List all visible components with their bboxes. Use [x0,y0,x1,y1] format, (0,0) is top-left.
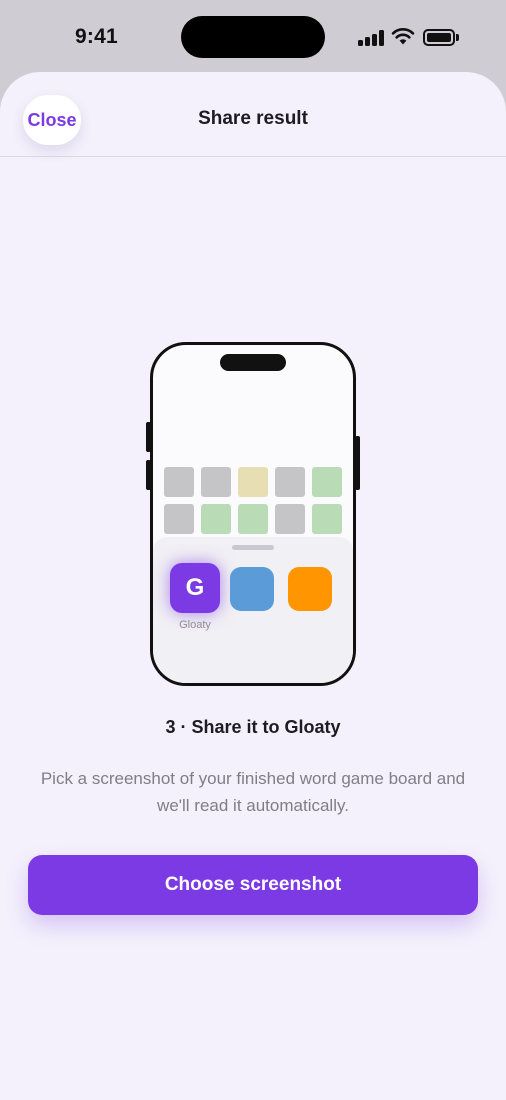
board-tile [312,467,342,497]
share-result-sheet: Close Share result G Gloaty 3 · Share it… [0,72,506,1100]
board-tile [312,504,342,534]
battery-icon [423,29,459,46]
page-title: Share result [198,108,308,129]
dynamic-island [181,16,325,58]
word-game-board [164,467,342,541]
board-tile [201,467,231,497]
status-bar: 9:41 [0,0,506,72]
gloaty-app-label: Gloaty [179,619,211,631]
board-tile [238,504,268,534]
status-time: 9:41 [75,25,118,48]
share-sheet-mockup: G Gloaty [153,537,353,683]
orange-app-icon [288,567,332,611]
board-tile [201,504,231,534]
board-tile [238,467,268,497]
phone-mockup: G Gloaty [150,342,356,686]
board-tile [275,504,305,534]
choose-screenshot-button[interactable]: Choose screenshot [28,855,478,915]
board-row [164,467,342,497]
gloaty-app-letter: G [185,574,205,601]
board-tile [164,504,194,534]
gloaty-app-icon: G [170,563,220,613]
board-tile [275,467,305,497]
phone-dynamic-island [220,354,286,371]
wifi-icon [391,28,415,45]
board-row [164,504,342,534]
share-illustration: G Gloaty [146,340,360,688]
step-title: 3 · Share it to Gloaty [165,717,341,737]
board-tile [164,467,194,497]
share-sheet-grabber [232,545,274,550]
step-description: Pick a screenshot of your finished word … [40,769,466,815]
sheet-header: Close Share result [0,72,506,157]
cellular-signal-icon [358,30,384,46]
blue-app-icon [230,567,274,611]
